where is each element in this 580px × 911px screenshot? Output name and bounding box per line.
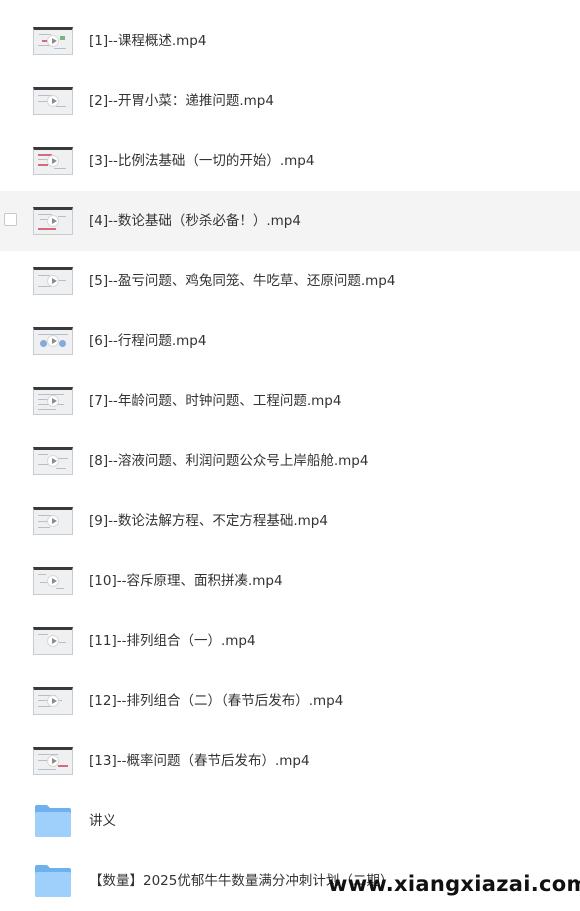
play-icon [47, 215, 59, 227]
file-name[interactable]: [9]--数论法解方程、不定方程基础.mp4 [89, 491, 328, 551]
play-icon [47, 695, 59, 707]
play-icon [47, 335, 59, 347]
file-row[interactable]: [7]--年龄问题、时钟问题、工程问题.mp4 [0, 371, 580, 431]
play-icon [47, 95, 59, 107]
row-checkbox[interactable] [4, 213, 17, 226]
watermark: www.xiangxiazai.com [328, 872, 580, 896]
video-thumbnail-icon [33, 267, 73, 295]
file-name[interactable]: [2]--开胃小菜：递推问题.mp4 [89, 71, 274, 131]
video-thumbnail-icon [33, 747, 73, 775]
video-thumbnail-icon [33, 207, 73, 235]
file-row[interactable]: [6]--行程问题.mp4 [0, 311, 580, 371]
file-name[interactable]: [11]--排列组合（一）.mp4 [89, 611, 256, 671]
file-row[interactable]: [5]--盈亏问题、鸡兔同笼、牛吃草、还原问题.mp4 [0, 251, 580, 311]
video-thumbnail-icon [33, 87, 73, 115]
file-name[interactable]: [4]--数论基础（秒杀必备！）.mp4 [89, 191, 301, 251]
file-list: [1]--课程概述.mp4 [2]--开胃小菜：递推问题.mp4 [3]--比例法基… [0, 11, 580, 911]
play-icon [47, 635, 59, 647]
video-thumbnail-icon [33, 687, 73, 715]
play-icon [47, 515, 59, 527]
play-icon [47, 395, 59, 407]
video-thumbnail-icon [33, 387, 73, 415]
file-row[interactable]: [4]--数论基础（秒杀必备！）.mp4 [0, 191, 580, 251]
file-name[interactable]: [6]--行程问题.mp4 [89, 311, 206, 371]
video-thumbnail-icon [33, 27, 73, 55]
play-icon [47, 35, 59, 47]
file-row[interactable]: [9]--数论法解方程、不定方程基础.mp4 [0, 491, 580, 551]
file-name[interactable]: [3]--比例法基础（一切的开始）.mp4 [89, 131, 314, 191]
folder-name[interactable]: 讲义 [89, 791, 116, 851]
video-thumbnail-icon [33, 327, 73, 355]
file-row[interactable]: [10]--容斥原理、面积拼凑.mp4 [0, 551, 580, 611]
play-icon [47, 755, 59, 767]
file-row[interactable]: [1]--课程概述.mp4 [0, 11, 580, 71]
video-thumbnail-icon [33, 507, 73, 535]
file-name[interactable]: [12]--排列组合（二）（春节后发布）.mp4 [89, 671, 343, 731]
file-name[interactable]: [10]--容斥原理、面积拼凑.mp4 [89, 551, 283, 611]
file-name[interactable]: [8]--溶液问题、利润问题公众号上岸船舱.mp4 [89, 431, 368, 491]
file-row[interactable]: [8]--溶液问题、利润问题公众号上岸船舱.mp4 [0, 431, 580, 491]
folder-icon [35, 865, 71, 897]
folder-icon [35, 805, 71, 837]
file-row[interactable]: [12]--排列组合（二）（春节后发布）.mp4 [0, 671, 580, 731]
file-name[interactable]: [7]--年龄问题、时钟问题、工程问题.mp4 [89, 371, 341, 431]
file-row[interactable]: [3]--比例法基础（一切的开始）.mp4 [0, 131, 580, 191]
file-name[interactable]: [1]--课程概述.mp4 [89, 11, 206, 71]
file-row[interactable]: [11]--排列组合（一）.mp4 [0, 611, 580, 671]
folder-row[interactable]: 讲义 [0, 791, 580, 851]
video-thumbnail-icon [33, 147, 73, 175]
file-row[interactable]: [13]--概率问题（春节后发布）.mp4 [0, 731, 580, 791]
file-name[interactable]: [5]--盈亏问题、鸡兔同笼、牛吃草、还原问题.mp4 [89, 251, 395, 311]
play-icon [47, 455, 59, 467]
play-icon [47, 575, 59, 587]
video-thumbnail-icon [33, 567, 73, 595]
video-thumbnail-icon [33, 627, 73, 655]
play-icon [47, 275, 59, 287]
file-name[interactable]: [13]--概率问题（春节后发布）.mp4 [89, 731, 310, 791]
video-thumbnail-icon [33, 447, 73, 475]
file-row[interactable]: [2]--开胃小菜：递推问题.mp4 [0, 71, 580, 131]
play-icon [47, 155, 59, 167]
